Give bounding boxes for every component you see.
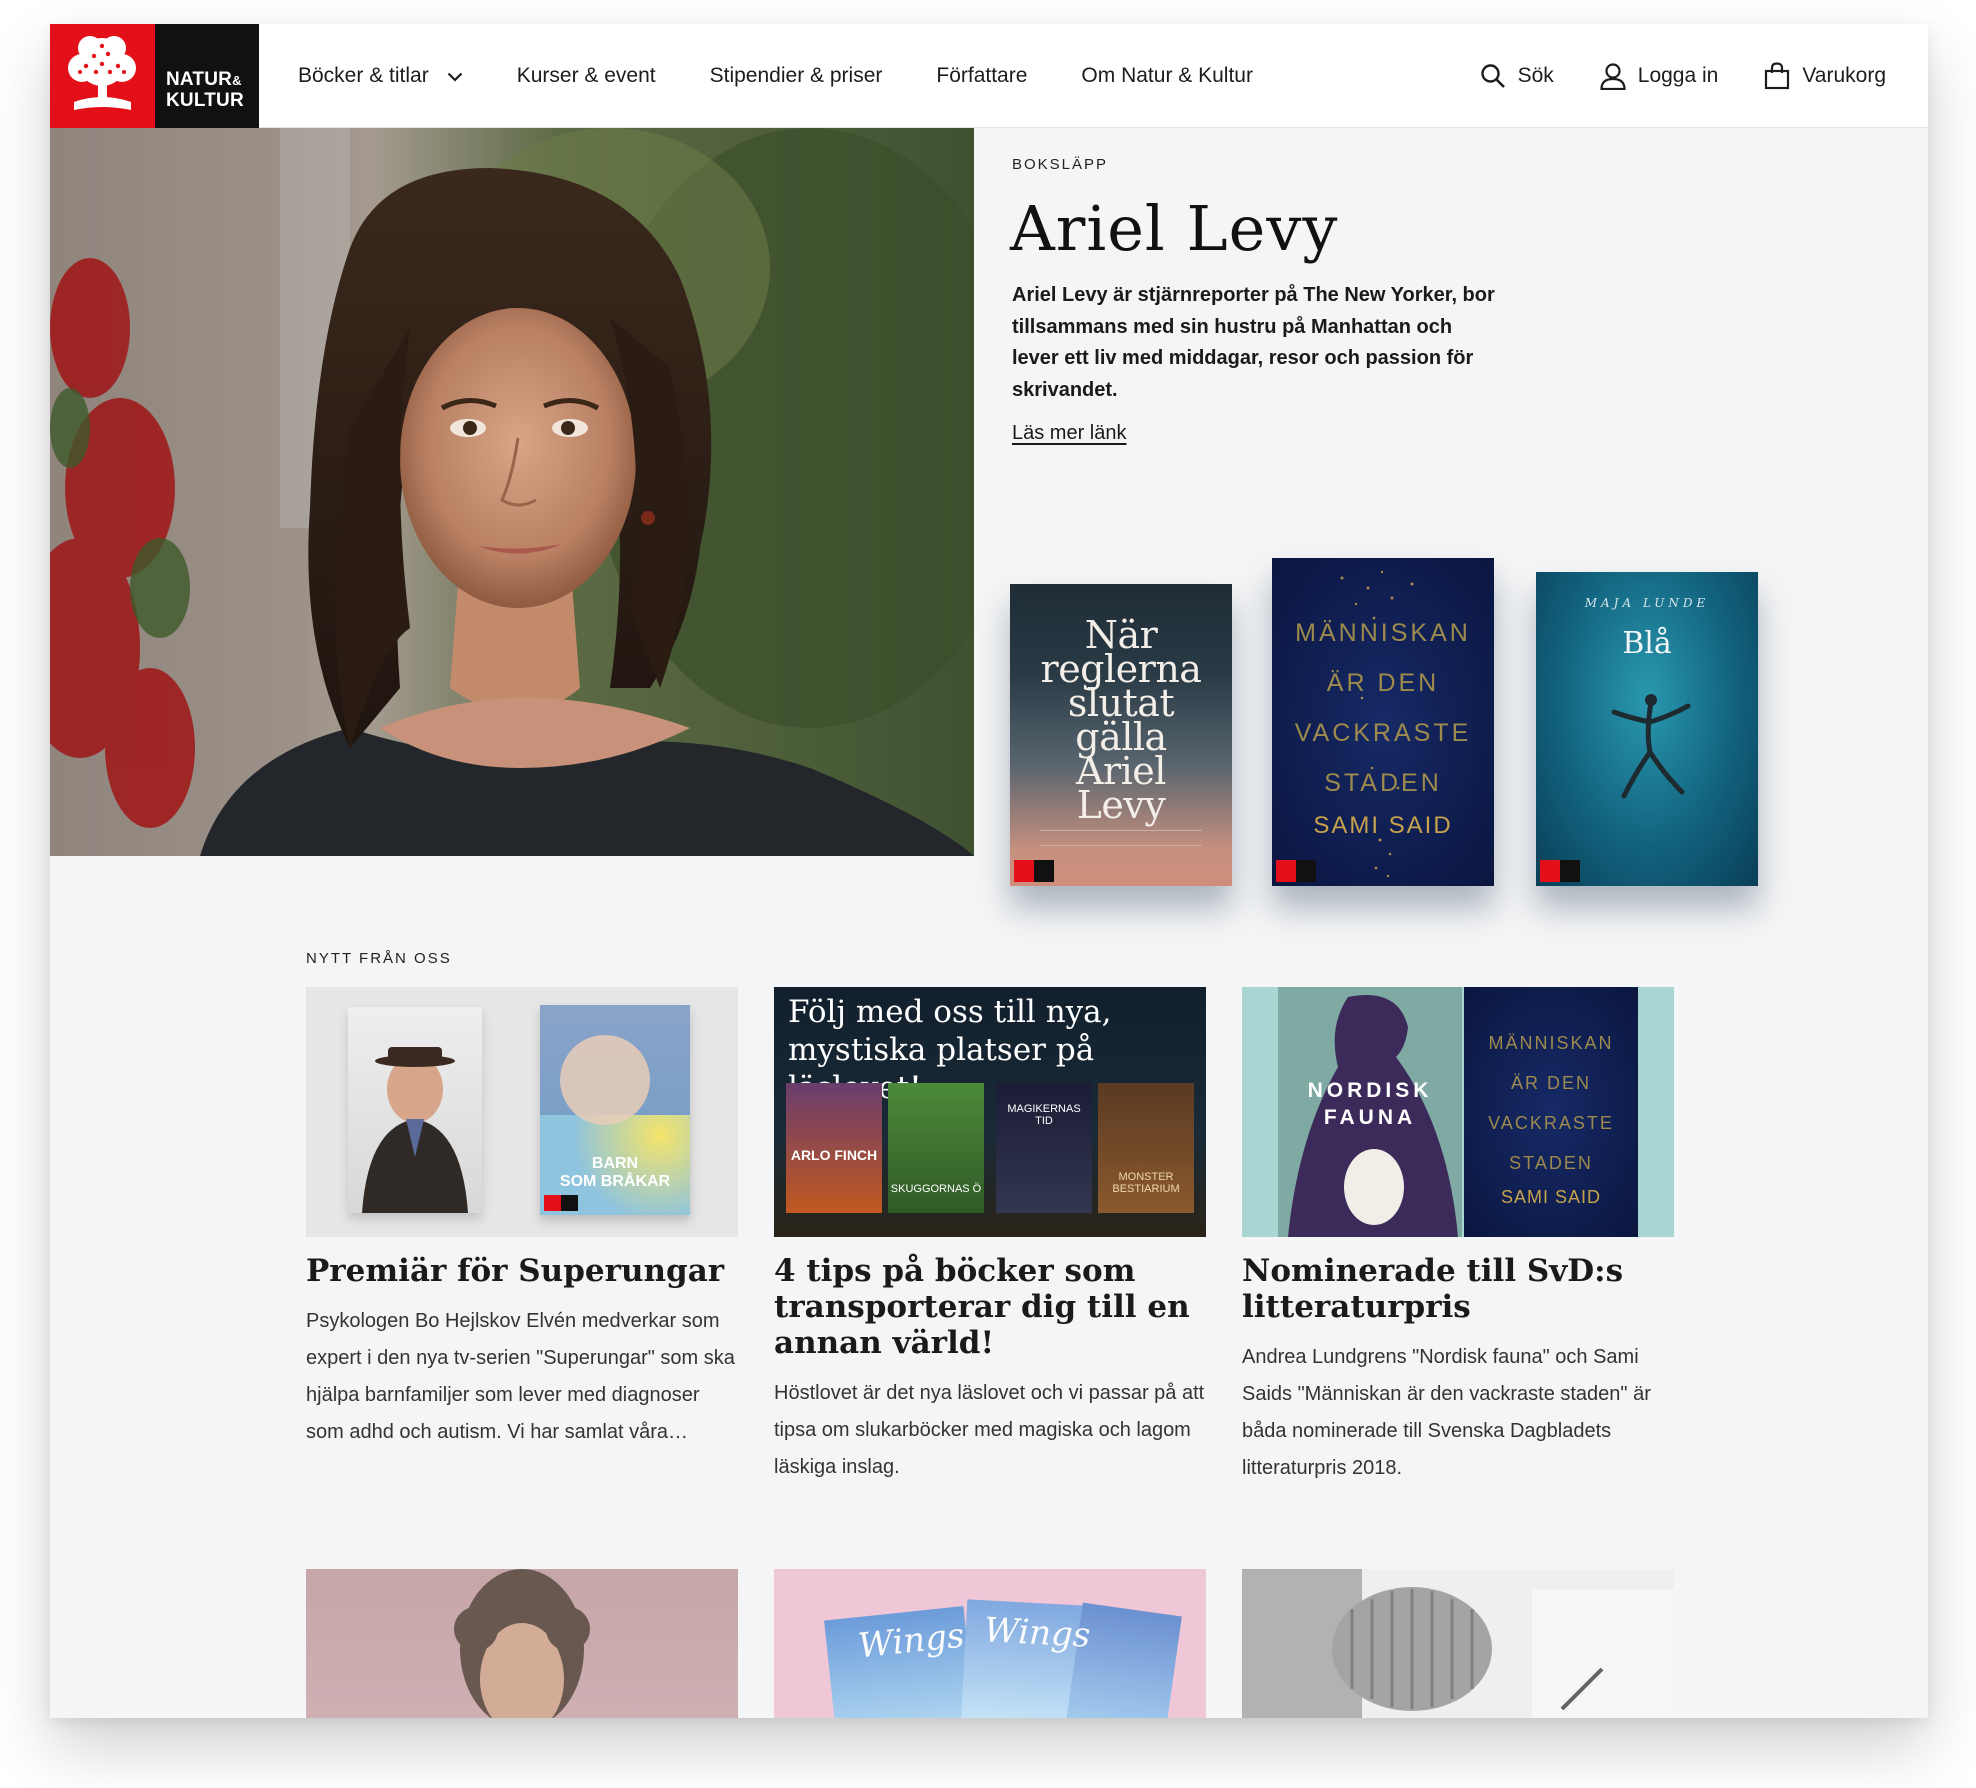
book1-blurb bbox=[1040, 830, 1202, 846]
main-nav: Böcker & titlar Kurser & event Stipendie… bbox=[298, 24, 1307, 128]
card2-book-monster: MONSTER BESTIARIUM bbox=[1098, 1083, 1194, 1213]
cart-button[interactable]: Varukorg bbox=[1764, 62, 1886, 90]
nav-authors-label: Författare bbox=[936, 64, 1028, 87]
nav-grants-prizes[interactable]: Stipendier & priser bbox=[710, 64, 883, 88]
nav-books-titles-label: Böcker & titlar bbox=[298, 64, 429, 87]
book3-title: Blå bbox=[1622, 626, 1672, 661]
card3-book-manniskan: MÄNNISKAN ÄR DEN VACKRASTE STADEN SAMI S… bbox=[1464, 987, 1638, 1237]
card2-title: 4 tips på böcker som transporterar dig t… bbox=[774, 1253, 1190, 1361]
chevron-down-icon bbox=[447, 64, 463, 88]
publisher-logo-icon bbox=[544, 1195, 578, 1211]
login-button[interactable]: Logga in bbox=[1600, 62, 1719, 90]
search-icon bbox=[1480, 64, 1505, 88]
news-card-lasloven[interactable]: Följ med oss till nya, mystiska platser … bbox=[774, 987, 1206, 1486]
card3-text: Andrea Lundgrens "Nordisk fauna" och Sam… bbox=[1242, 1346, 1651, 1479]
book2-title: MÄNNISKAN ÄR DEN VACKRASTE STADEN bbox=[1294, 619, 1472, 797]
shopping-bag-icon bbox=[1765, 62, 1790, 90]
card2-text: Höstlovet är det nya läslovet och vi pas… bbox=[774, 1382, 1205, 1478]
hero-book-release: BOKSLÄPP Ariel Levy Ariel Levy är stjärn… bbox=[974, 128, 1928, 886]
news-card-svd-nominerade[interactable]: NORDISK FAUNA MÄNNISKAN ÄR DEN VACKRASTE… bbox=[1242, 987, 1674, 1487]
news-card-6-image[interactable] bbox=[1242, 1569, 1674, 1718]
nav-books-titles[interactable]: Böcker & titlar bbox=[298, 64, 463, 88]
nav-about-label: Om Natur & Kultur bbox=[1081, 64, 1253, 87]
publisher-logo-icon bbox=[1014, 860, 1054, 882]
nav-courses-events[interactable]: Kurser & event bbox=[517, 64, 656, 88]
card2-book-arlo: ARLO FINCH bbox=[786, 1083, 882, 1213]
logo-wordmark: NATUR& KULTUR bbox=[155, 24, 259, 128]
card3-book-nordisk-fauna: NORDISK FAUNA bbox=[1278, 987, 1462, 1237]
book3-author: MAJA LUNDE bbox=[1584, 596, 1710, 610]
read-more-link[interactable]: Läs mer länk bbox=[1012, 422, 1127, 445]
site-logo[interactable]: NATUR& KULTUR bbox=[50, 24, 259, 128]
book-cover-manniskan[interactable]: MÄNNISKAN ÄR DEN VACKRASTE STADEN SAMI S… bbox=[1272, 558, 1494, 886]
book-cover-bla[interactable]: MAJA LUNDE Blå bbox=[1536, 572, 1758, 886]
card2-book-magikernas: MAGIKERNAS TID bbox=[996, 1083, 1092, 1213]
book2-author: SAMI SAID bbox=[1313, 812, 1453, 839]
hero-title: Ariel Levy bbox=[1010, 192, 1339, 265]
nav-about[interactable]: Om Natur & Kultur bbox=[1081, 64, 1253, 88]
login-label: Logga in bbox=[1637, 64, 1719, 87]
hero-eyebrow: BOKSLÄPP bbox=[1012, 156, 1109, 173]
nav-courses-events-label: Kurser & event bbox=[516, 64, 656, 87]
book1-title: När reglerna slutat gälla Ariel Levy bbox=[1040, 613, 1202, 827]
card3-image: NORDISK FAUNA MÄNNISKAN ÄR DEN VACKRASTE… bbox=[1242, 987, 1674, 1237]
tree-logo-icon bbox=[50, 24, 155, 128]
cart-label: Varukorg bbox=[1802, 64, 1886, 87]
publisher-logo-icon bbox=[1540, 860, 1580, 882]
search-label: Sök bbox=[1517, 64, 1554, 87]
hero-description: Ariel Levy är stjärnreporter på The New … bbox=[1012, 284, 1495, 401]
card1-image: BARN SOM BRÅKAR bbox=[306, 987, 738, 1237]
card2-image: Följ med oss till nya, mystiska platser … bbox=[774, 987, 1206, 1237]
search-button[interactable]: Sök bbox=[1480, 63, 1554, 89]
hero-author-photo bbox=[50, 128, 974, 856]
nav-grants-prizes-label: Stipendier & priser bbox=[709, 64, 883, 87]
card1-text: Psykologen Bo Hejlskov Elvén medverkar s… bbox=[306, 1310, 735, 1443]
news-eyebrow: NYTT FRÅN OSS bbox=[306, 950, 452, 967]
card2-book-skuggornas: SKUGGORNAS Ö bbox=[888, 1083, 984, 1213]
news-card-superungar[interactable]: BARN SOM BRÅKAR Premiär för Superungar P… bbox=[306, 987, 738, 1451]
site-header: NATUR& KULTUR Böcker & titlar Kurser & e… bbox=[50, 24, 1928, 128]
news-card-5-image[interactable]: Wings Wings bbox=[774, 1569, 1206, 1718]
diver-figure bbox=[1611, 694, 1691, 799]
book-cover-nar-reglerna[interactable]: När reglerna slutat gälla Ariel Levy bbox=[1010, 584, 1232, 886]
browser-page: NATUR& KULTUR Böcker & titlar Kurser & e… bbox=[50, 24, 1928, 1718]
nav-authors[interactable]: Författare bbox=[936, 64, 1027, 88]
user-icon bbox=[1600, 63, 1626, 90]
card1-title: Premiär för Superungar bbox=[306, 1253, 725, 1289]
header-tools: Sök Logga in Varukorg bbox=[1434, 24, 1886, 128]
publisher-logo-icon bbox=[1276, 860, 1316, 882]
card3-title: Nominerade till SvD:s litteraturpris bbox=[1242, 1253, 1624, 1325]
card1-book-title: BARN SOM BRÅKAR bbox=[559, 1155, 671, 1190]
news-card-4-image[interactable] bbox=[306, 1569, 738, 1718]
